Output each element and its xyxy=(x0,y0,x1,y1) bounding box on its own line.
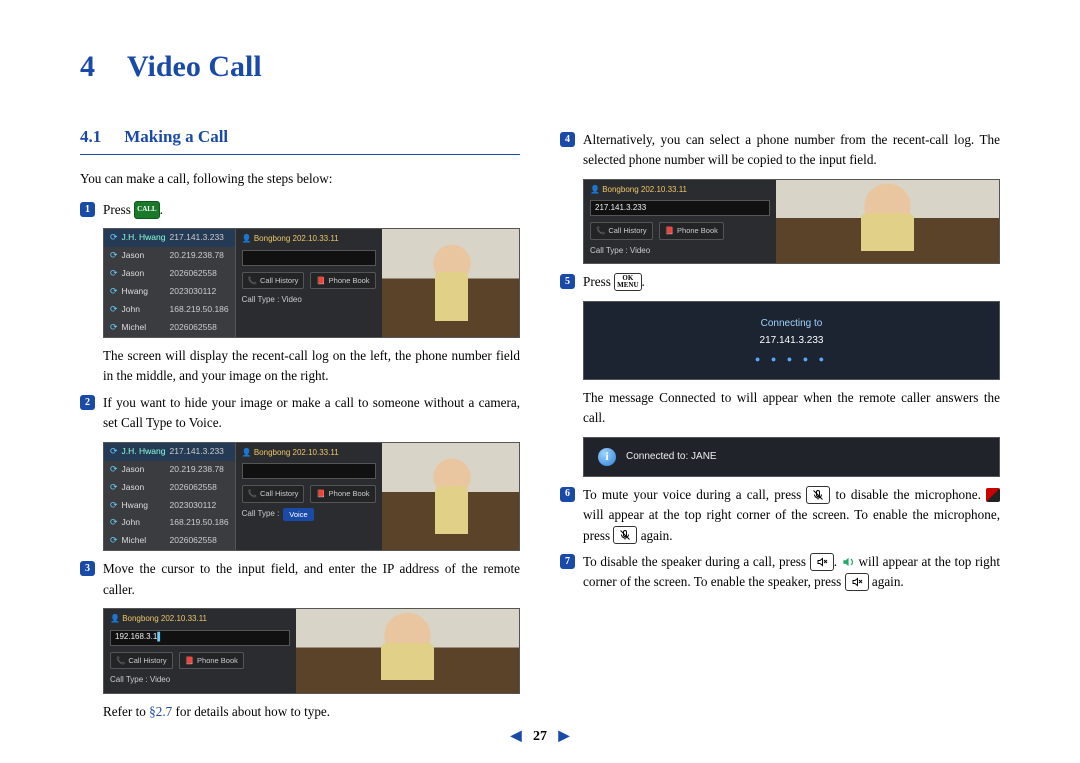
chapter-number: 4 xyxy=(80,50,120,84)
step-5-after: The message Connected to will appear whe… xyxy=(583,388,1000,429)
screenshot-call-screen-4: Bongbong 202.10.33.11 217.141.3.233 📞 Ca… xyxy=(583,179,1000,264)
speaker-mute-key-icon-2 xyxy=(845,573,869,591)
step-3: 3 Move the cursor to the input field, an… xyxy=(80,559,520,600)
ok-menu-key-icon: OKMENU xyxy=(614,273,641,291)
prev-page-arrow[interactable]: ◀ xyxy=(503,729,530,744)
screenshot-connecting: Connecting to 217.141.3.233 ● ● ● ● ● xyxy=(583,301,1000,380)
call-key-icon: CALL xyxy=(134,201,159,219)
step-1-description: The screen will display the recent-call … xyxy=(103,346,520,387)
info-icon: i xyxy=(598,448,616,466)
screenshot-connected: i Connected to: JANE xyxy=(583,437,1000,477)
step-number-6: 6 xyxy=(560,487,575,502)
section-name: Making a Call xyxy=(124,127,228,146)
step-number-7: 7 xyxy=(560,554,575,569)
recent-call-log: ⟳J.H. Hwang217.141.3.233 ⟳Jason20.219.23… xyxy=(104,229,236,337)
section-title: 4.1 Making a Call xyxy=(80,124,520,155)
call-history-button: 📞 Call History xyxy=(242,272,305,290)
speaker-status-icon xyxy=(841,555,855,569)
ref-link-2-7[interactable]: §2.7 xyxy=(149,704,172,719)
self-video-preview xyxy=(382,229,520,337)
step-6: 6 To mute your voice during a call, pres… xyxy=(560,485,1000,546)
chapter-name: Video Call xyxy=(127,50,262,83)
call-type-voice-pill: Voice xyxy=(283,508,313,522)
speaker-mute-key-icon xyxy=(810,553,834,571)
intro-text: You can make a call, following the steps… xyxy=(80,169,520,189)
screenshot-call-screen-1: ⟳J.H. Hwang217.141.3.233 ⟳Jason20.219.23… xyxy=(103,228,520,338)
step-4: 4 Alternatively, you can select a phone … xyxy=(560,130,1000,171)
next-page-arrow[interactable]: ▶ xyxy=(551,729,578,744)
screenshot-call-screen-3: Bongbong 202.10.33.11 192.168.3.1▌ 📞 Cal… xyxy=(103,608,520,693)
dial-panel: Bongbong 202.10.33.11 📞 Call History 📕 P… xyxy=(236,229,382,337)
mute-key-icon-2 xyxy=(613,526,637,544)
step-2: 2 If you want to hide your image or make… xyxy=(80,393,520,434)
step-number-5: 5 xyxy=(560,274,575,289)
page-number: 27 xyxy=(533,729,547,744)
screenshot-call-screen-2: ⟳J.H. Hwang217.141.3.233 ⟳Jason20.219.23… xyxy=(103,442,520,552)
step-number-1: 1 xyxy=(80,202,95,217)
step-number-4: 4 xyxy=(560,132,575,147)
step-number-2: 2 xyxy=(80,395,95,410)
page-navigator: ◀ 27 ▶ xyxy=(0,728,1080,745)
step-1: 1 Press CALL. xyxy=(80,200,520,220)
mic-muted-status-icon xyxy=(986,488,1000,502)
column-right: 4 Alternatively, you can select a phone … xyxy=(560,124,1000,722)
step-3-note: Refer to §2.7 for details about how to t… xyxy=(103,702,520,722)
step-7: 7 To disable the speaker during a call, … xyxy=(560,552,1000,593)
step-5: 5 Press OKMENU. xyxy=(560,272,1000,292)
chapter-title: 4 Video Call xyxy=(80,50,1000,84)
step-number-3: 3 xyxy=(80,561,95,576)
section-number: 4.1 xyxy=(80,124,120,150)
phone-book-button: 📕 Phone Book xyxy=(310,272,375,290)
column-left: 4.1 Making a Call You can make a call, f… xyxy=(80,124,520,722)
mute-key-icon xyxy=(806,486,830,504)
